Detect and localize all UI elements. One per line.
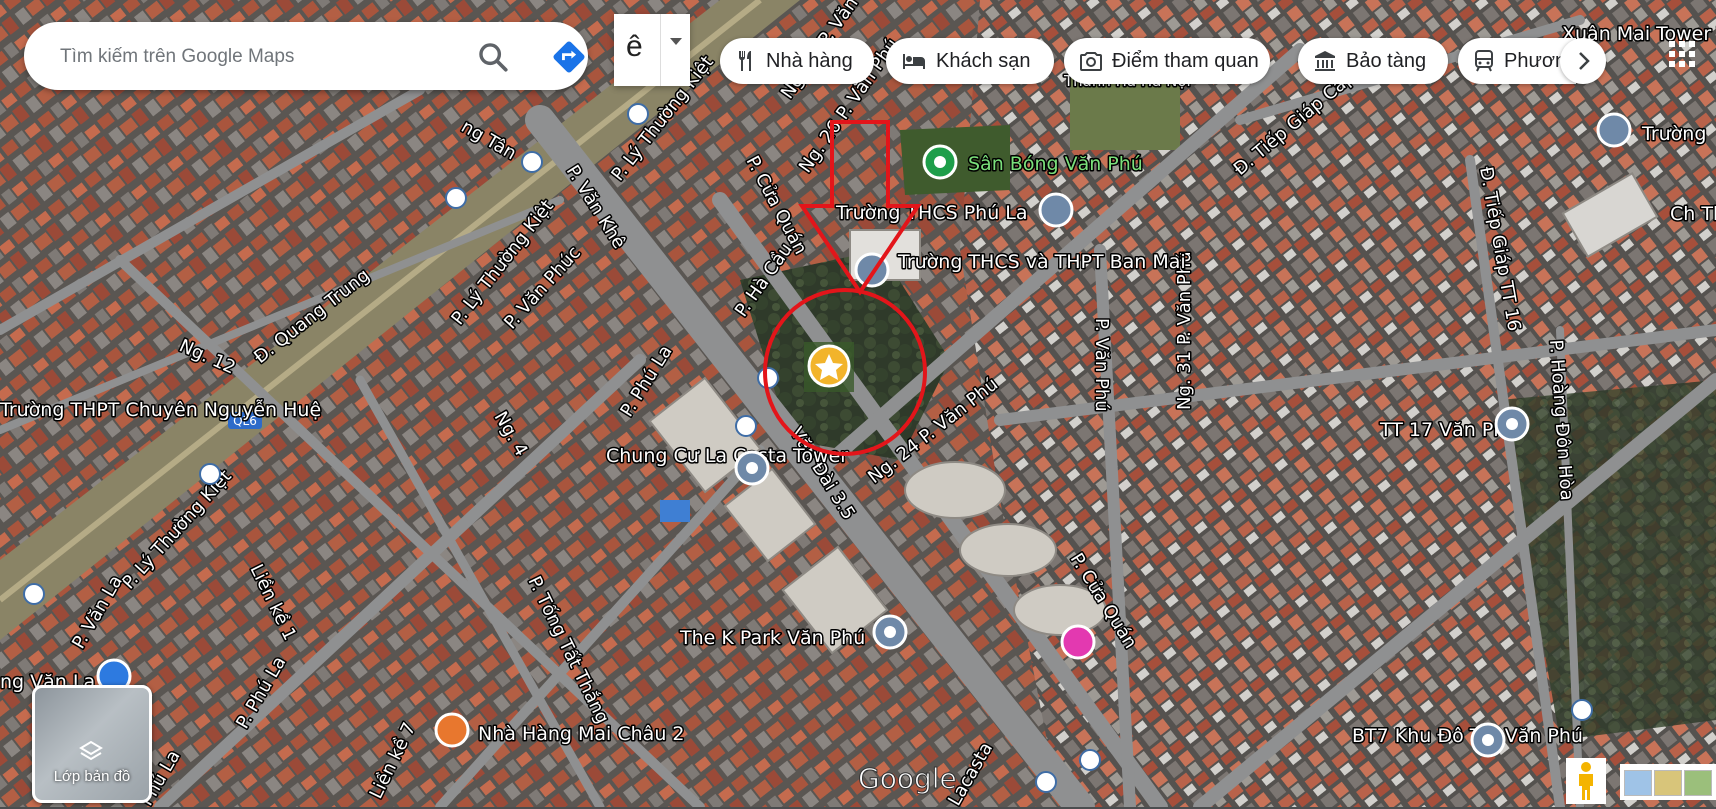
hotel-icon	[903, 54, 925, 69]
map-type-thumbnails[interactable]	[1620, 764, 1716, 800]
biking-thumb[interactable]	[1684, 770, 1712, 796]
traffic-thumb[interactable]	[1654, 770, 1682, 796]
street-label: P. Văn Phú	[1091, 318, 1112, 412]
pegman-icon	[1579, 762, 1593, 800]
place-label: Trường THCS Phú La	[835, 202, 1028, 224]
camera-icon	[1080, 52, 1102, 71]
chip-museums[interactable]: Bảo tàng	[1298, 38, 1448, 84]
place-label: Ch Thịnh	[1670, 203, 1716, 225]
apps-grid-icon[interactable]	[1668, 40, 1696, 68]
chevron-right-icon	[1579, 52, 1590, 70]
search-input[interactable]	[58, 40, 462, 74]
layers-button[interactable]: Lớp bản đồ	[32, 685, 152, 803]
place-label: Nhà Hàng Mai Châu 2	[478, 723, 685, 745]
museum-icon	[1315, 51, 1335, 71]
place-label: BT7 Khu Đô Thị Văn Phú	[1352, 725, 1583, 747]
search-box	[24, 22, 588, 90]
chip-attractions[interactable]: Điểm tham quan	[1064, 38, 1270, 84]
chip-restaurants[interactable]: Nhà hàng	[720, 38, 874, 84]
street-label: Ng. 31 P. Văn Phú	[1174, 251, 1195, 410]
google-logo: Google	[858, 762, 957, 795]
chips-next-button[interactable]	[1560, 38, 1606, 84]
chevron-down-icon[interactable]	[670, 38, 682, 45]
place-label: Trường THPT Chuyên Nguyễn Huệ	[0, 398, 321, 421]
divider	[660, 14, 661, 86]
chip-label: Điểm tham quan	[1112, 49, 1259, 72]
place-label: Sân Bóng Văn Phú	[968, 153, 1143, 175]
place-label: Trường THCS và THPT Ban Mai	[897, 251, 1186, 273]
chip-label: Khách sạn	[936, 49, 1031, 72]
satellite-map[interactable]: Đ. Quang Trung Ng. 12 P. Lý Thường Kiệt …	[0, 0, 1716, 807]
chip-label: Phươn	[1504, 49, 1567, 72]
chip-label: Bảo tàng	[1346, 49, 1427, 72]
input-method-toggle[interactable]: ê	[614, 14, 690, 86]
layers-label: Lớp bản đồ	[53, 768, 131, 785]
street-view-button[interactable]	[1566, 758, 1606, 804]
ime-label: ê	[626, 30, 643, 63]
transit-icon	[1475, 50, 1493, 72]
place-label: The K Park Văn Phú	[679, 627, 865, 649]
starred-place-marker[interactable]	[804, 342, 854, 392]
terrain-thumb[interactable]	[1624, 770, 1652, 796]
layers-icon	[79, 740, 103, 761]
restaurant-icon	[739, 51, 751, 71]
chip-transit[interactable]: Phươn	[1458, 38, 1576, 84]
chip-hotels[interactable]: Khách sạn	[886, 38, 1054, 84]
directions-icon[interactable]	[550, 38, 588, 76]
place-label: Trường	[1641, 123, 1706, 145]
chip-label: Nhà hàng	[766, 49, 853, 72]
search-icon[interactable]	[476, 40, 510, 74]
